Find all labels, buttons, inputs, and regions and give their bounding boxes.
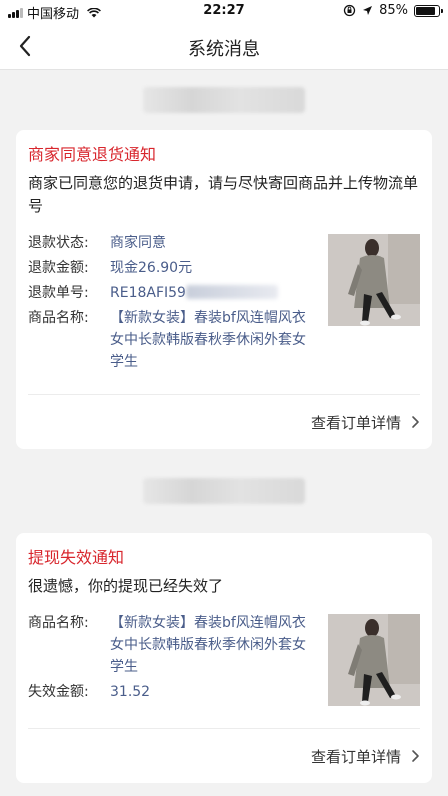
message-list: 商家同意退货通知 商家已同意您的退货申请，请与尽快寄回商品并上传物流单号 退款状… (0, 70, 448, 783)
message-card[interactable]: 提现失效通知 很遗憾，你的提现已经失效了 商品名称: 【新款女装】春装bf风连帽… (16, 533, 432, 783)
field-list: 退款状态: 商家同意 退款金额: 现金26.90元 退款单号: RE18AFI5… (28, 232, 318, 376)
chevron-right-icon (412, 750, 419, 762)
field-value-wrap: RE18AFI59 (110, 282, 318, 304)
battery-fill (416, 6, 435, 15)
product-image[interactable] (328, 234, 420, 326)
orientation-lock-icon (343, 4, 356, 17)
nav-bar: 系统消息 (0, 22, 448, 70)
field-value: 【新款女装】春装bf风连帽风衣女中长款韩版春秋季休闲外套女学生 (110, 310, 306, 370)
card-body: 商品名称: 【新款女装】春装bf风连帽风衣女中长款韩版春秋季休闲外套女学生 失效… (28, 612, 420, 706)
field-product-name: 商品名称: 【新款女装】春装bf风连帽风衣女中长款韩版春秋季休闲外套女学生 (28, 612, 318, 678)
field-value: 现金26.90元 (110, 260, 193, 276)
product-image[interactable] (328, 614, 420, 706)
field-label: 商品名称: (28, 615, 89, 631)
field-list: 商品名称: 【新款女装】春装bf风连帽风衣女中长款韩版春秋季休闲外套女学生 失效… (28, 612, 318, 706)
field-product-name: 商品名称: 【新款女装】春装bf风连帽风衣女中长款韩版春秋季休闲外套女学生 (28, 307, 318, 373)
product-photo-icon (328, 614, 420, 706)
field-label: 退款金额: (28, 260, 89, 276)
card-description: 商家已同意您的退货申请，请与尽快寄回商品并上传物流单号 (28, 174, 419, 215)
field-refund-amount: 退款金额: 现金26.90元 (28, 257, 318, 279)
timestamp-blurred (143, 478, 305, 504)
product-photo-icon (328, 234, 420, 326)
field-label: 退款状态: (28, 235, 89, 251)
message-card[interactable]: 商家同意退货通知 商家已同意您的退货申请，请与尽快寄回商品并上传物流单号 退款状… (16, 130, 432, 449)
field-value: RE18AFI59 (110, 285, 186, 301)
card-title: 提现失效通知 (28, 548, 125, 567)
field-value: 商家同意 (110, 235, 166, 251)
view-order-details-link[interactable]: 查看订单详情 (28, 729, 420, 783)
status-right: 85% (343, 3, 443, 18)
field-value: 31.52 (110, 684, 151, 700)
status-bar: 中国移动 22:27 85% (0, 0, 448, 22)
field-label: 退款单号: (28, 285, 89, 301)
battery-icon (414, 4, 443, 17)
battery-percent: 85% (379, 3, 408, 18)
card-body: 退款状态: 商家同意 退款金额: 现金26.90元 退款单号: RE18AFI5… (28, 232, 420, 376)
view-order-details-link[interactable]: 查看订单详情 (28, 395, 420, 449)
field-label: 失效金额: (28, 684, 89, 700)
view-order-details-label: 查看订单详情 (310, 747, 401, 766)
field-refund-number: 退款单号: RE18AFI59 (28, 282, 318, 304)
field-label: 商品名称: (28, 310, 89, 326)
timestamp-row (16, 449, 432, 533)
redacted-text (185, 285, 278, 299)
page-title: 系统消息 (188, 39, 260, 60)
card-title: 商家同意退货通知 (28, 145, 157, 164)
chevron-right-icon (412, 416, 419, 428)
view-order-details-label: 查看订单详情 (310, 413, 401, 432)
location-icon (363, 6, 373, 15)
field-value: 【新款女装】春装bf风连帽风衣女中长款韩版春秋季休闲外套女学生 (110, 615, 306, 675)
field-refund-status: 退款状态: 商家同意 (28, 232, 318, 254)
card-description: 很遗憾，你的提现已经失效了 (28, 577, 224, 595)
field-invalid-amount: 失效金额: 31.52 (28, 681, 318, 703)
timestamp-blurred (143, 87, 305, 113)
timestamp-row (16, 70, 432, 130)
